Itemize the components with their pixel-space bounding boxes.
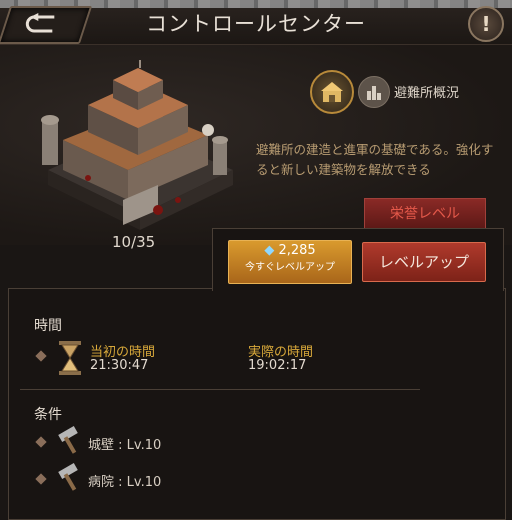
diamond-gem-icon: ◆ bbox=[264, 243, 275, 258]
building-icon bbox=[321, 82, 343, 102]
level-up-button[interactable]: レベルアップ bbox=[362, 242, 486, 282]
gem-cost: 2,285 bbox=[278, 243, 316, 258]
bar-chart-icon bbox=[367, 86, 381, 100]
page-title: コントロールセンター bbox=[146, 12, 366, 36]
requirements-section-title: 条件 bbox=[34, 407, 62, 423]
requirement-wall: 城壁 : Lv.10 bbox=[88, 438, 162, 453]
section-divider bbox=[20, 389, 420, 390]
building-description: 避難所の建造と進軍の基礎である。強化すると新しい建築物を解放できる bbox=[256, 142, 494, 177]
instant-upgrade-label: 今すぐレベルアップ bbox=[245, 262, 335, 273]
hammer-icon bbox=[58, 426, 78, 454]
hammer-icon bbox=[58, 463, 78, 491]
gem-cost-row: ◆ 2,285 bbox=[229, 243, 351, 258]
instant-upgrade-button[interactable]: ◆ 2,285 今すぐレベルアップ bbox=[228, 240, 352, 284]
original-time-value: 21:30:47 bbox=[90, 358, 149, 373]
control-center-building-image bbox=[41, 60, 233, 230]
shelter-emblem-icon[interactable] bbox=[310, 70, 354, 114]
building-level-count: 10/35 bbox=[112, 233, 156, 251]
requirement-hospital: 病院 : Lv.10 bbox=[88, 475, 162, 490]
header-bar: コントロールセンター ! bbox=[0, 0, 512, 45]
hourglass-icon bbox=[59, 341, 81, 375]
shelter-overview-icon[interactable] bbox=[358, 76, 390, 108]
shelter-overview-link[interactable]: 避難所概況 bbox=[394, 82, 459, 101]
time-section-title: 時間 bbox=[34, 318, 62, 334]
info-button[interactable]: ! bbox=[468, 6, 504, 42]
actual-time-value: 19:02:17 bbox=[248, 358, 307, 373]
glory-level-tab[interactable]: 栄誉レベル bbox=[364, 198, 486, 230]
